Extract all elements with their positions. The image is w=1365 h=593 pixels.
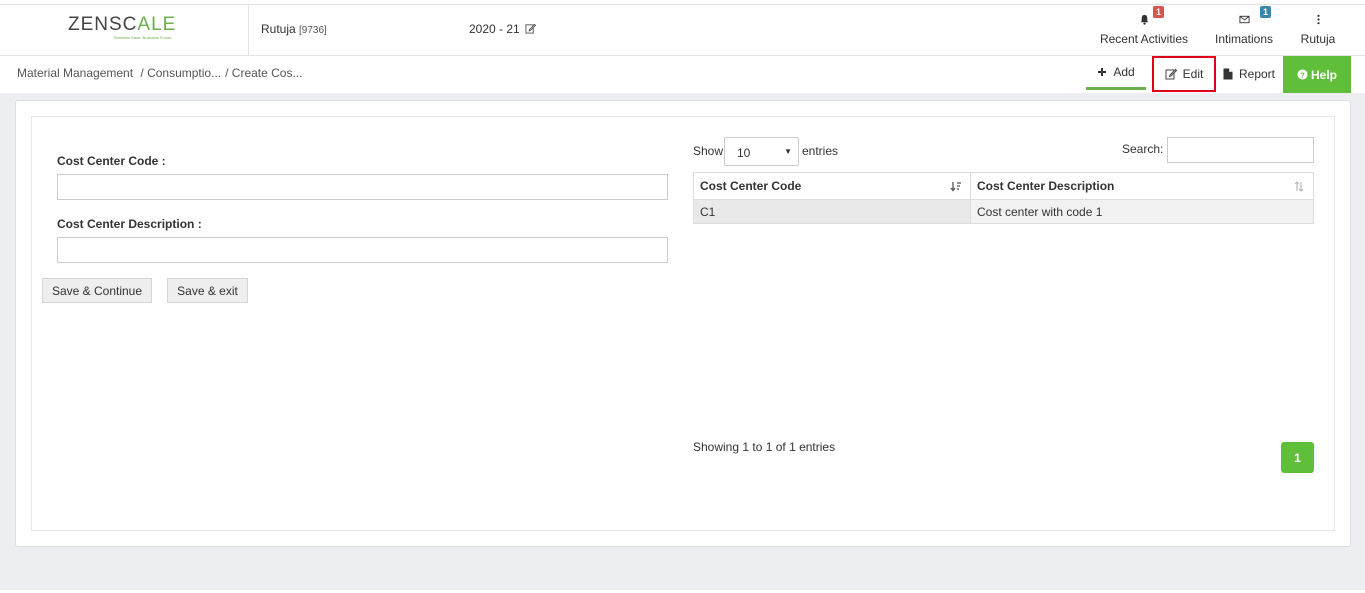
action-bar: Material Management / Consumptio... / Cre… <box>0 56 1365 93</box>
add-button[interactable]: Add <box>1086 56 1146 90</box>
logo-text-accent: A <box>137 14 152 35</box>
sort-both-icon <box>1294 181 1304 192</box>
logo-text-b: LE <box>151 14 177 35</box>
intimations-badge: 1 <box>1260 6 1272 18</box>
breadcrumb-root[interactable]: Material Management <box>17 66 133 80</box>
sort-ascending-icon <box>950 182 961 192</box>
caret-down-icon: ▼ <box>784 147 792 156</box>
column-header-code[interactable]: Cost Center Code <box>693 172 971 200</box>
breadcrumb-mid[interactable]: / Consumptio... <box>140 66 221 80</box>
logo: ZENSCALE <box>68 14 176 36</box>
help-button[interactable]: ? Help <box>1283 56 1351 93</box>
breadcrumb: Material Management / Consumptio... / Cre… <box>17 66 306 80</box>
report-label: Report <box>1238 66 1276 81</box>
show-label: Show <box>693 144 724 158</box>
search-label: Search: <box>1122 142 1164 156</box>
save-exit-button[interactable]: Save & exit <box>167 278 248 303</box>
user-id: [9736] <box>299 25 327 36</box>
pagination-page-1[interactable]: 1 <box>1281 442 1314 473</box>
intimations[interactable]: 1 Intimations <box>1210 5 1278 56</box>
edit-icon <box>1165 68 1177 80</box>
cell-description: Cost center with code 1 <box>970 199 1314 224</box>
cost-center-code-input[interactable] <box>57 174 668 200</box>
table-header-row: Cost Center Code Cost Center Description <box>693 172 1314 200</box>
cost-center-table: Cost Center Code Cost Center Description… <box>693 172 1314 224</box>
recent-activities-label: Recent Activities <box>1099 32 1189 46</box>
user-name: Rutuja <box>261 22 296 36</box>
column-header-description-label: Cost Center Description <box>977 179 1115 193</box>
logo-text-a: ZENSC <box>68 14 138 35</box>
file-icon <box>1223 68 1233 79</box>
question-circle-icon: ? <box>1297 69 1308 80</box>
plus-icon <box>1098 67 1107 76</box>
envelope-icon <box>1239 15 1250 24</box>
table-info: Showing 1 to 1 of 1 entries <box>693 440 836 454</box>
column-header-code-label: Cost Center Code <box>700 179 802 193</box>
financial-year[interactable]: 2020 - 21 <box>469 22 537 36</box>
column-header-description[interactable]: Cost Center Description <box>970 172 1314 200</box>
search-input[interactable] <box>1167 137 1314 163</box>
edit-button[interactable]: Edit <box>1152 56 1216 92</box>
cost-center-description-label: Cost Center Description : <box>57 217 202 231</box>
cost-center-description-input[interactable] <box>57 237 668 263</box>
logo-tagline: Business Ease. Business Focus. <box>114 35 173 40</box>
page-size-value: 10 <box>737 146 751 160</box>
page-size-select[interactable]: 10 ▼ <box>724 137 799 166</box>
breadcrumb-current: / Create Cos... <box>225 66 303 80</box>
edit-label: Edit <box>1182 67 1204 81</box>
cell-code: C1 <box>693 199 971 224</box>
user-info: Rutuja [9736] <box>261 22 327 36</box>
year-label: 2020 - 21 <box>469 22 520 36</box>
bell-icon <box>1140 14 1149 25</box>
cost-center-code-label: Cost Center Code : <box>57 154 166 168</box>
edit-icon[interactable] <box>525 23 537 34</box>
report-button[interactable]: Report <box>1216 56 1282 91</box>
add-label: Add <box>1113 64 1135 79</box>
recent-activities[interactable]: 1 Recent Activities <box>1098 5 1190 56</box>
svg-text:?: ? <box>1300 70 1305 79</box>
user-menu-label: Rutuja <box>1300 32 1336 46</box>
top-header: ZENSCALE Business Ease. Business Focus. … <box>0 4 1365 56</box>
more-vertical-icon <box>1317 14 1320 25</box>
logo-area[interactable]: ZENSCALE Business Ease. Business Focus. <box>0 5 249 56</box>
user-menu[interactable]: Rutuja <box>1296 5 1340 56</box>
intimations-label: Intimations <box>1214 32 1274 46</box>
table-row[interactable]: C1 Cost center with code 1 <box>693 199 1314 224</box>
recent-activities-badge: 1 <box>1153 6 1165 18</box>
help-label: Help <box>1310 67 1337 82</box>
save-continue-button[interactable]: Save & Continue <box>42 278 152 303</box>
entries-label: entries <box>802 144 839 158</box>
